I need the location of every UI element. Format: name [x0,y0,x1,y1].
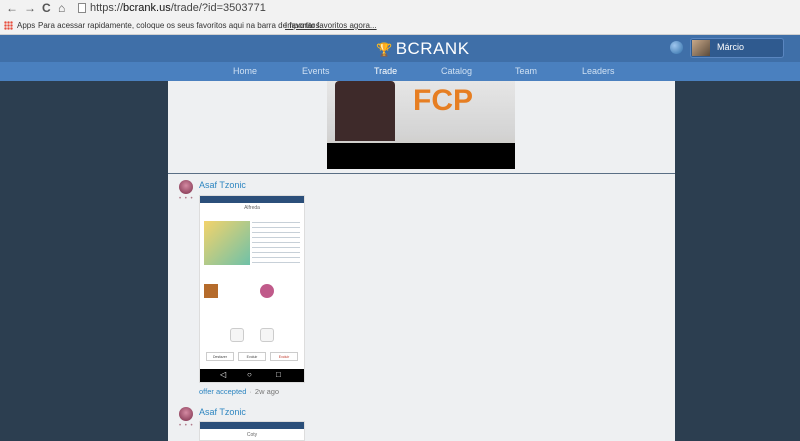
screenshot-button: Desfazer [206,352,234,361]
url-path: /trade/?id=3503771 [170,2,266,14]
gladiator-icon [260,284,274,298]
bookmarks-bar: Apps Para acessar rapidamente, coloque o… [0,18,800,34]
home-circle-icon: ○ [247,370,252,379]
trophy-icon: 🏆 [376,42,393,57]
post-username[interactable]: Asaf Tzonic [199,407,246,417]
post-avatar[interactable] [179,180,193,194]
user-avatar [692,40,710,56]
screenshot-status-bar [200,196,304,203]
screenshot-status-bar [200,422,304,429]
trade-screenshot[interactable]: Alfreda Desfazer Evoluir Excluir ◁ ○ □ [199,195,305,383]
person-figure [335,81,395,141]
browser-chrome: ← → C ⌂ https://bcrank.us/trade/?id=3503… [0,0,800,35]
import-bookmarks-link[interactable]: Importar favoritos agora... [285,21,377,30]
separator: · [249,387,252,396]
url-prefix: https:// [90,2,124,14]
post-username[interactable]: Asaf Tzonic [199,180,246,190]
screenshot-title: Alfreda [244,205,260,211]
nav-home[interactable]: Home [233,66,257,76]
nav-leaders[interactable]: Leaders [582,66,615,76]
equip-slot [260,328,274,342]
post-time: 2w ago [254,387,280,396]
recents-square-icon: □ [276,370,281,379]
avatar-dots: • • • [179,423,194,429]
main-nav: Home Events Trade Catalog Team Leaders [0,62,800,81]
address-bar[interactable]: https://bcrank.us/trade/?id=3503771 [90,2,266,14]
address-row: ← → C ⌂ https://bcrank.us/trade/?id=3503… [0,0,800,17]
screenshot-button: Excluir [270,352,298,361]
page-icon [78,3,86,13]
android-nav-bar: ◁ ○ □ [200,369,304,382]
home-button[interactable]: ⌂ [58,1,65,15]
item-row [204,284,300,302]
photo-banner: FCP [413,84,473,117]
site-logo[interactable]: 🏆 BCRANK [376,39,470,59]
site-header: 🏆 BCRANK Márcio [0,35,800,62]
card-image [204,221,250,265]
nav-events[interactable]: Events [302,66,330,76]
photo-black-bar [327,143,515,169]
back-triangle-icon: ◁ [220,370,227,379]
bookmarks-hint: Para acessar rapidamente, coloque os seu… [38,21,322,30]
trade-photo[interactable]: FCP [327,81,515,169]
user-name: Márcio [717,42,745,52]
logo-text: BCRANK [395,39,470,58]
nav-trade[interactable]: Trade [374,66,397,76]
avatar-dots: • • • [179,196,194,202]
globe-icon[interactable] [670,41,683,54]
nav-team[interactable]: Team [515,66,537,76]
url-host: bcrank.us [123,2,171,14]
offer-status: offer accepted [199,387,247,396]
equip-slot [230,328,244,342]
post-avatar[interactable] [179,407,193,421]
back-button[interactable]: ← [6,1,18,15]
user-menu[interactable]: Márcio [690,38,784,58]
apps-icon[interactable] [4,21,13,30]
forward-button[interactable]: → [24,1,36,15]
reload-button[interactable]: C [42,1,51,15]
trade-screenshot[interactable]: Coty [199,421,305,441]
screenshot-button: Evoluir [238,352,266,361]
nav-catalog[interactable]: Catalog [441,66,472,76]
card-stats [252,222,300,266]
apps-link[interactable]: Apps [17,21,35,30]
screenshot-title: Coty [246,432,258,438]
item-icon [204,284,218,298]
divider [168,173,675,174]
trade-content: FCP • • • Asaf Tzonic Alfreda Desfazer E… [168,81,675,441]
trade-status: offer accepted · 2w ago [199,387,279,396]
